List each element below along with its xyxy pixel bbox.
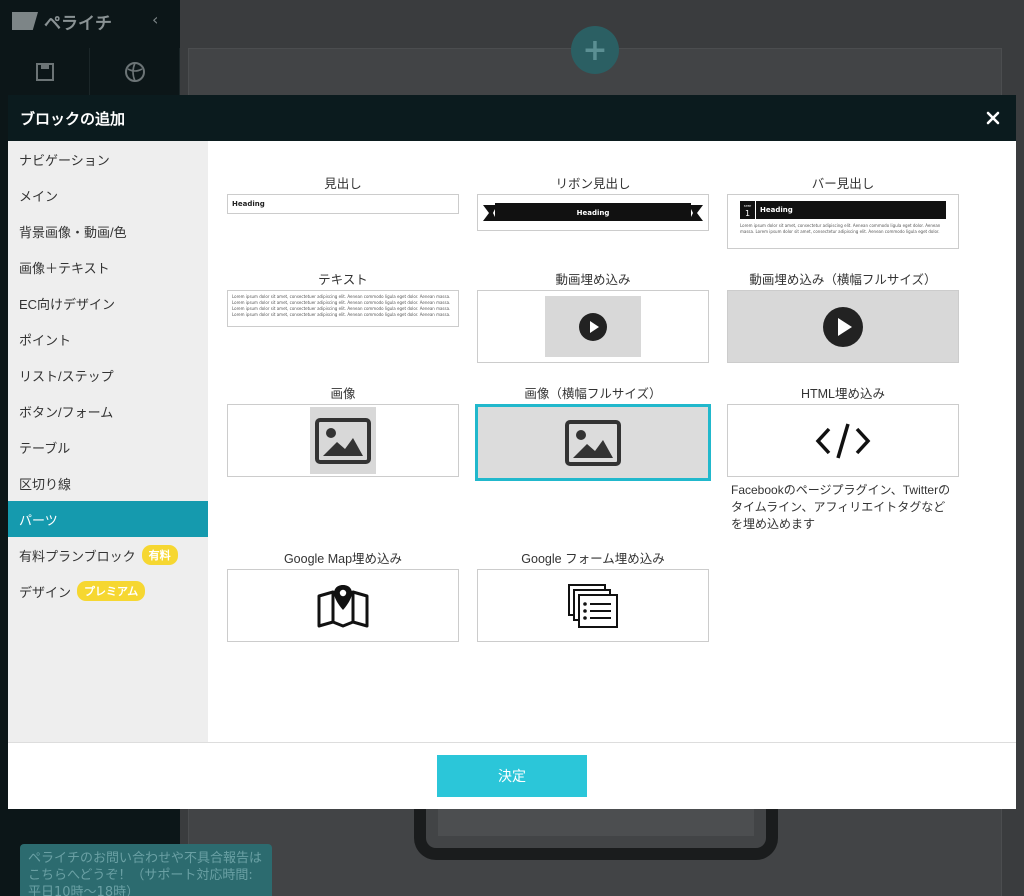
app-logo: ペライチ — [12, 8, 112, 34]
image-preview — [310, 407, 376, 474]
text-body: Lorem ipsum dolor sit amet, consectetuer… — [232, 294, 451, 317]
logo-mark-icon — [12, 12, 38, 30]
category-label: 画像＋テキスト — [19, 260, 110, 276]
image-icon — [565, 419, 621, 466]
category-label: 区切り線 — [19, 476, 72, 492]
category-list-step[interactable]: リスト/ステップ — [8, 357, 208, 393]
play-icon — [579, 312, 607, 341]
category-list: ナビゲーション メイン 背景画像・動画/色 画像＋テキスト EC向けデザイン ポ… — [8, 141, 208, 742]
block-text[interactable]: テキスト Lorem ipsum dolor sit amet, consect… — [227, 270, 459, 327]
block-video-embed-full[interactable]: 動画埋め込み（横幅フルサイズ） — [727, 270, 959, 363]
ribbon-sample: Heading — [576, 208, 610, 217]
block-label: リボン見出し — [555, 177, 631, 191]
category-label: リスト/ステップ — [19, 368, 114, 384]
block-label: バー見出し — [811, 177, 875, 191]
modal-body: ナビゲーション メイン 背景画像・動画/色 画像＋テキスト EC向けデザイン ポ… — [8, 141, 1016, 742]
block-thumbnail: Heading — [477, 194, 709, 231]
bar-sample: Heading — [760, 206, 793, 214]
block-label: 画像（横幅フルサイズ） — [524, 387, 662, 401]
block-label: Google Map埋め込み — [283, 552, 403, 566]
category-design[interactable]: デザイン プレミアム — [8, 573, 208, 609]
paid-badge: 有料 — [141, 545, 178, 565]
block-google-map[interactable]: Google Map埋め込み — [227, 549, 459, 642]
block-image-full[interactable]: 画像（横幅フルサイズ） — [475, 384, 711, 481]
category-label: デザイン — [19, 584, 72, 600]
block-thumbnail — [477, 569, 709, 642]
category-table[interactable]: テーブル — [8, 429, 208, 465]
collapse-chevron-icon: ‹ — [152, 10, 159, 29]
block-thumbnail — [227, 404, 459, 477]
modal-header: ブロックの追加 — [8, 95, 1016, 141]
block-grid: 見出し Heading リボン見出し Heading バー見出し STEP 1 … — [208, 141, 1016, 742]
category-navigation[interactable]: ナビゲーション — [8, 141, 208, 177]
premium-badge: プレミアム — [77, 581, 146, 601]
block-label: HTML埋め込み — [800, 387, 886, 401]
category-points[interactable]: ポイント — [8, 321, 208, 357]
category-background[interactable]: 背景画像・動画/色 — [8, 213, 208, 249]
category-label: EC向けデザイン — [19, 296, 116, 312]
form-list-icon — [568, 583, 618, 628]
step-box: STEP 1 — [740, 201, 756, 219]
block-label: Google フォーム埋め込み — [521, 552, 665, 566]
block-label: 見出し — [324, 177, 362, 191]
heading-sample: Heading — [232, 200, 265, 208]
category-label: ナビゲーション — [19, 152, 110, 168]
block-video-embed[interactable]: 動画埋め込み — [477, 270, 709, 363]
block-ribbon-heading[interactable]: リボン見出し Heading — [477, 174, 709, 231]
bar-heading-bar: STEP 1 Heading — [740, 201, 946, 219]
block-thumbnail — [727, 404, 959, 477]
category-label: ボタン/フォーム — [19, 404, 114, 420]
category-main[interactable]: メイン — [8, 177, 208, 213]
category-label: ポイント — [19, 332, 72, 348]
block-thumbnail: Heading — [227, 194, 459, 214]
category-button-form[interactable]: ボタン/フォーム — [8, 393, 208, 429]
modal-footer: 決定 — [8, 742, 1016, 809]
image-icon — [315, 417, 371, 464]
bar-body-text: Lorem ipsum dolor sit amet, consectetur … — [740, 223, 941, 234]
background-device-frame — [414, 808, 778, 860]
block-label: テキスト — [318, 273, 368, 287]
category-label: テーブル — [19, 440, 71, 456]
block-thumbnail-selected — [475, 404, 711, 481]
block-thumbnail: STEP 1 Heading Lorem ipsum dolor sit ame… — [727, 194, 959, 249]
block-bar-heading[interactable]: バー見出し STEP 1 Heading Lorem ipsum dolor s… — [727, 174, 959, 249]
block-thumbnail — [477, 290, 709, 363]
category-divider[interactable]: 区切り線 — [8, 465, 208, 501]
help-banner: ペライチのお問い合わせや不具合報告はこちらへどうぞ！（サポート対応時間: 平日1… — [20, 844, 272, 896]
category-label: メイン — [19, 188, 59, 204]
play-icon — [823, 306, 863, 347]
code-icon — [815, 423, 871, 458]
category-paid-blocks[interactable]: 有料プランブロック 有料 — [8, 537, 208, 573]
category-label: 背景画像・動画/色 — [19, 224, 127, 240]
save-icon — [0, 48, 90, 96]
confirm-button[interactable]: 決定 — [437, 755, 587, 797]
modal-title: ブロックの追加 — [20, 110, 126, 128]
app-logo-text: ペライチ — [44, 13, 112, 34]
category-parts[interactable]: パーツ — [8, 501, 208, 537]
category-image-text[interactable]: 画像＋テキスト — [8, 249, 208, 285]
close-icon[interactable] — [982, 107, 1004, 129]
block-label: 動画埋め込み — [555, 273, 631, 287]
block-thumbnail: Lorem ipsum dolor sit amet, consectetuer… — [227, 290, 459, 327]
map-pin-icon — [317, 584, 369, 627]
block-image[interactable]: 画像 — [227, 384, 459, 477]
background-toolbar — [0, 48, 180, 96]
block-thumbnail — [227, 569, 459, 642]
globe-icon — [90, 48, 180, 96]
category-label: パーツ — [19, 512, 58, 528]
block-heading[interactable]: 見出し Heading — [227, 174, 459, 214]
block-thumbnail — [727, 290, 959, 363]
category-label: 有料プランブロック — [19, 548, 136, 564]
block-google-form[interactable]: Google フォーム埋め込み — [477, 549, 709, 642]
video-preview — [545, 296, 641, 357]
step-number: 1 — [744, 209, 751, 218]
block-label: 動画埋め込み（横幅フルサイズ） — [749, 273, 937, 287]
html-embed-description: Facebookのページプラグイン、Twitterのタイムライン、アフィリエイト… — [731, 483, 951, 531]
add-block-plus-icon: + — [571, 26, 619, 74]
block-label: 画像 — [330, 387, 356, 401]
block-html-embed[interactable]: HTML埋め込み Facebookのページプラグイン、Twitterのタイムライ… — [727, 384, 959, 533]
category-ec-design[interactable]: EC向けデザイン — [8, 285, 208, 321]
add-block-modal: ブロックの追加 ナビゲーション メイン 背景画像・動画/色 画像＋テキスト EC… — [8, 95, 1016, 809]
